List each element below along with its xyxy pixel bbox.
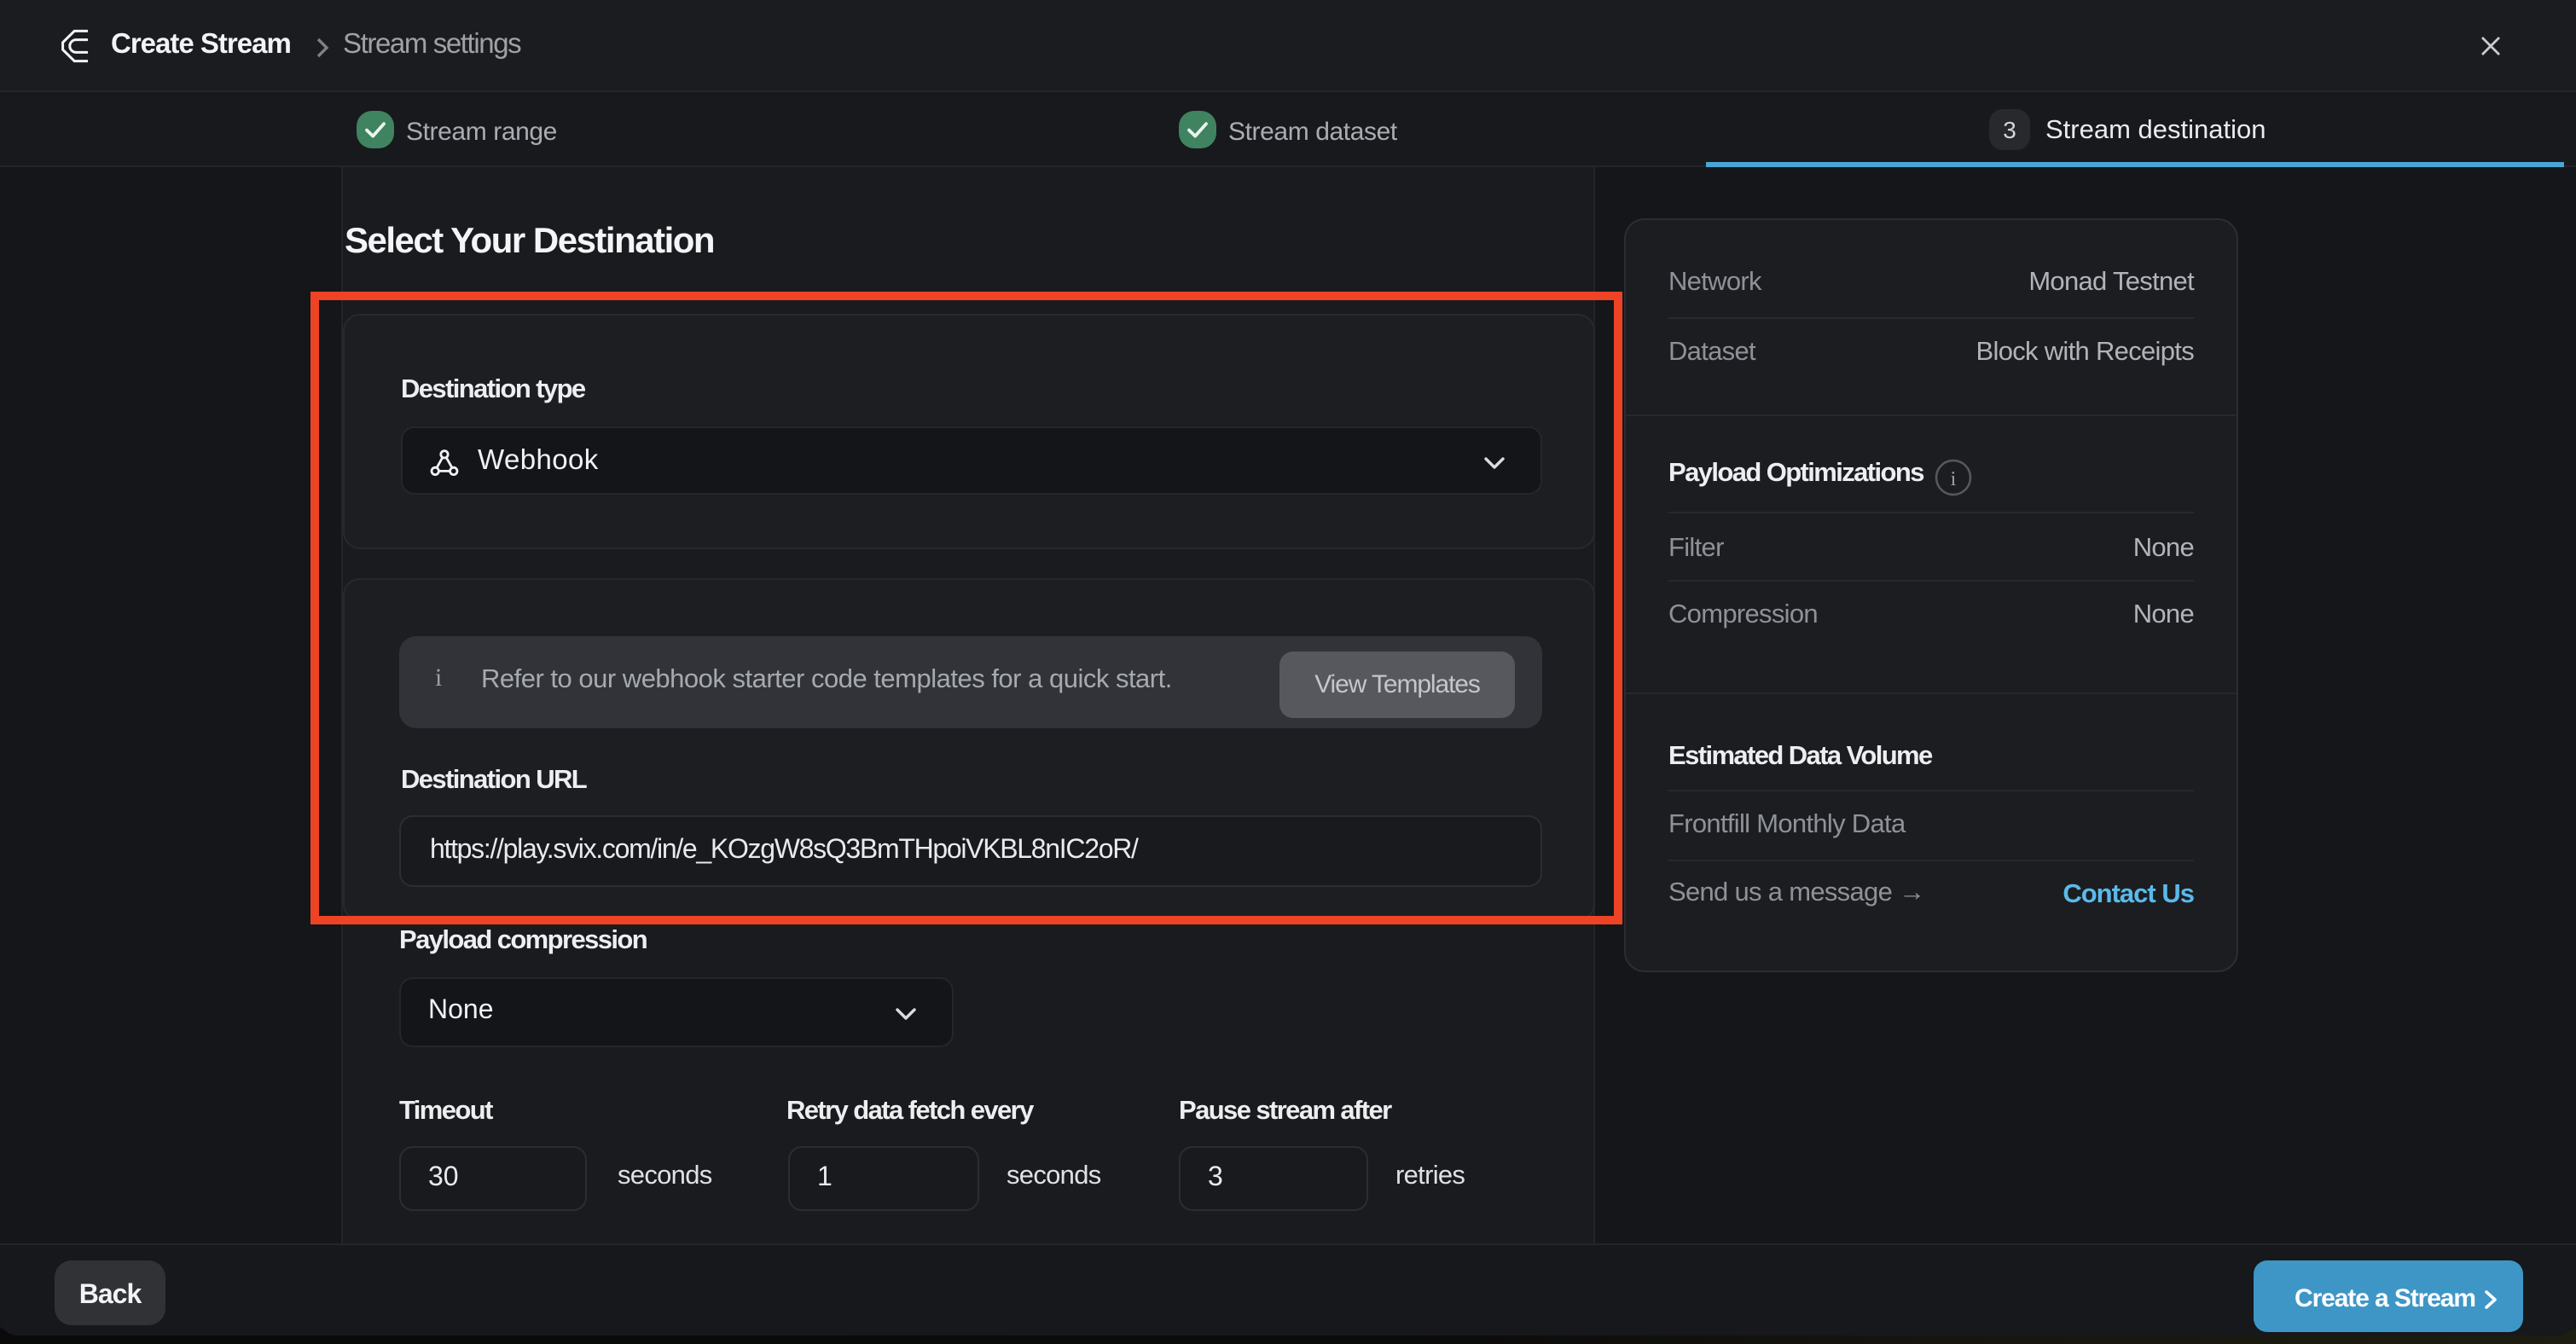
svg-text:i: i	[1951, 468, 1957, 490]
